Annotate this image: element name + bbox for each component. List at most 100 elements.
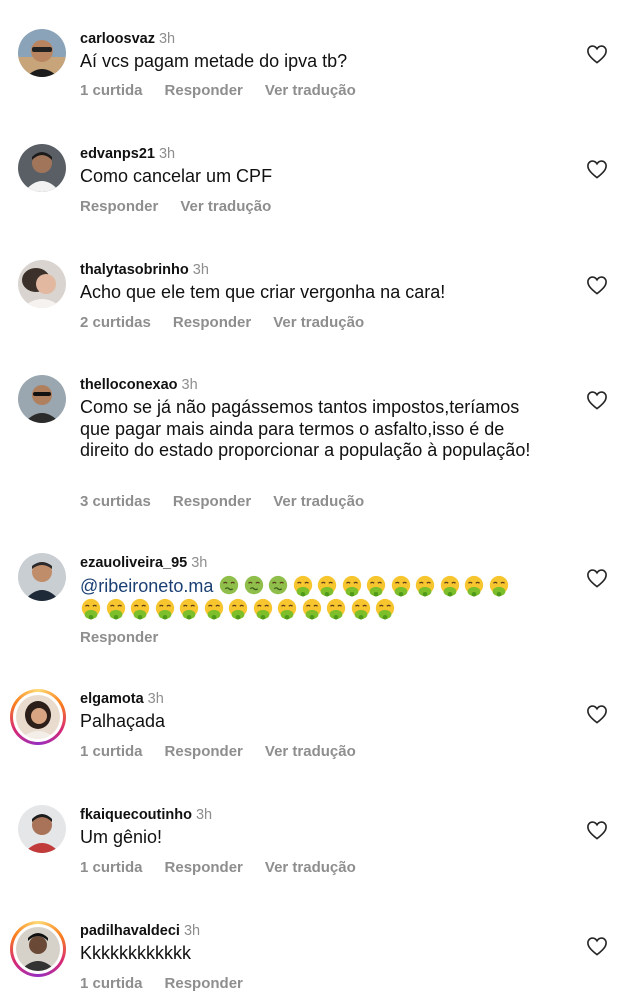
vomiting-face-icon <box>293 575 313 597</box>
avatar[interactable] <box>18 375 66 423</box>
username[interactable]: carloosvaz <box>80 31 155 47</box>
vomiting-face-icon <box>179 598 199 620</box>
username[interactable]: padilhavaldeci <box>80 923 180 939</box>
vomiting-face-icon <box>391 575 411 597</box>
emoji-row <box>80 598 399 620</box>
nauseated-face-icon <box>269 575 288 595</box>
timestamp: 3h <box>183 923 201 939</box>
heart-outline-icon[interactable] <box>586 44 608 64</box>
comment-header: elgamota 3h <box>80 690 164 708</box>
likes-count[interactable]: 2 curtidas <box>80 314 151 331</box>
vomiting-face-icon <box>228 598 248 620</box>
avatar[interactable] <box>18 144 66 192</box>
reply-button[interactable]: Responder <box>165 859 243 876</box>
avatar[interactable] <box>18 805 66 853</box>
avatar[interactable] <box>10 921 66 977</box>
comment-header: fkaiquecoutinho 3h <box>80 806 212 824</box>
vomiting-face-icon <box>106 598 125 620</box>
likes-count[interactable]: 3 curtidas <box>80 493 151 510</box>
username[interactable]: edvanps21 <box>80 146 155 162</box>
comment-header: carloosvaz 3h <box>80 30 175 48</box>
vomiting-face-icon <box>326 598 346 620</box>
emoji-row <box>218 575 512 597</box>
translate-button[interactable]: Ver tradução <box>265 859 356 876</box>
vomiting-face-icon <box>465 575 484 597</box>
comment-text: @ribeironeto.ma <box>80 575 560 620</box>
comment-text: Acho que ele tem que criar vergonha na c… <box>80 282 446 302</box>
comment-text: Aí vcs pagam metade do ipva tb? <box>80 51 348 71</box>
reply-button[interactable]: Responder <box>173 314 251 331</box>
comment-header: ezauoliveira_95 3h <box>80 554 207 572</box>
translate-button[interactable]: Ver tradução <box>273 493 364 510</box>
vomiting-face-icon <box>253 598 272 620</box>
likes-count[interactable]: 1 curtida <box>80 975 143 992</box>
reply-button[interactable]: Responder <box>80 198 158 215</box>
avatar[interactable] <box>18 553 66 601</box>
vomiting-face-icon <box>130 598 150 620</box>
heart-outline-icon[interactable] <box>586 390 608 410</box>
timestamp: 3h <box>147 691 164 707</box>
timestamp: 3h <box>158 146 176 162</box>
heart-outline-icon[interactable] <box>586 275 608 295</box>
vomiting-face-icon <box>81 598 101 620</box>
vomiting-face-icon <box>342 575 362 597</box>
vomiting-face-icon <box>302 598 321 620</box>
translate-button[interactable]: Ver tradução <box>273 314 364 331</box>
comment-actions: Responder <box>80 629 180 646</box>
comment-header: edvanps21 3h <box>80 145 175 163</box>
likes-count[interactable]: 1 curtida <box>80 82 143 99</box>
comment-text: Como se já não pagássemos tantos imposto… <box>80 397 531 460</box>
vomiting-face-icon <box>416 575 435 597</box>
comment-actions: 2 curtidas Responder Ver tradução <box>80 314 386 331</box>
translate-button[interactable]: Ver tradução <box>265 82 356 99</box>
comment-text: Palhaçada <box>80 711 166 731</box>
avatar[interactable] <box>18 29 66 77</box>
timestamp: 3h <box>192 262 209 278</box>
heart-outline-icon[interactable] <box>586 159 608 179</box>
vomiting-face-icon <box>489 575 509 597</box>
vomiting-face-icon <box>204 598 223 620</box>
vomiting-face-icon <box>375 598 395 620</box>
translate-button[interactable]: Ver tradução <box>180 198 271 215</box>
vomiting-face-icon <box>367 575 386 597</box>
nauseated-face-icon <box>220 575 239 595</box>
comment-header: thalytasobrinho 3h <box>80 261 209 279</box>
comment-actions: 3 curtidas Responder Ver tradução <box>80 493 386 510</box>
likes-count[interactable]: 1 curtida <box>80 743 143 760</box>
avatar[interactable] <box>10 689 66 745</box>
username[interactable]: ezauoliveira_95 <box>80 555 187 571</box>
likes-count[interactable]: 1 curtida <box>80 859 143 876</box>
vomiting-face-icon <box>318 575 337 597</box>
nauseated-face-icon <box>244 575 264 595</box>
reply-button[interactable]: Responder <box>165 743 243 760</box>
vomiting-face-icon <box>351 598 370 620</box>
heart-outline-icon[interactable] <box>586 820 608 840</box>
vomiting-face-icon <box>440 575 460 597</box>
comment-actions: 1 curtida Responder Ver tradução <box>80 859 378 876</box>
comment-text: Kkkkkkkkkkkk <box>80 943 192 963</box>
timestamp: 3h <box>191 555 208 571</box>
reply-button[interactable]: Responder <box>165 82 243 99</box>
vomiting-face-icon <box>277 598 297 620</box>
reply-button[interactable]: Responder <box>173 493 251 510</box>
timestamp: 3h <box>158 31 176 47</box>
username[interactable]: thelloconexao <box>80 377 178 393</box>
comment-actions: 1 curtida Responder Ver tradução <box>80 743 378 760</box>
reply-button[interactable]: Responder <box>165 975 243 992</box>
username[interactable]: thalytasobrinho <box>80 262 189 278</box>
heart-outline-icon[interactable] <box>586 568 608 588</box>
translate-button[interactable]: Ver tradução <box>265 743 356 760</box>
heart-outline-icon[interactable] <box>586 936 608 956</box>
comment-header: thelloconexao 3h <box>80 376 198 394</box>
avatar[interactable] <box>18 260 66 308</box>
heart-outline-icon[interactable] <box>586 704 608 724</box>
comment-text: Como cancelar um CPF <box>80 166 273 186</box>
username[interactable]: elgamota <box>80 691 144 707</box>
comment-text: Um gênio! <box>80 827 163 847</box>
timestamp: 3h <box>181 377 198 393</box>
username[interactable]: fkaiquecoutinho <box>80 807 192 823</box>
timestamp: 3h <box>195 807 213 823</box>
mention-link[interactable]: @ribeironeto.ma <box>80 576 213 596</box>
reply-button[interactable]: Responder <box>80 629 158 646</box>
comment-header: padilhavaldeci 3h <box>80 922 200 940</box>
